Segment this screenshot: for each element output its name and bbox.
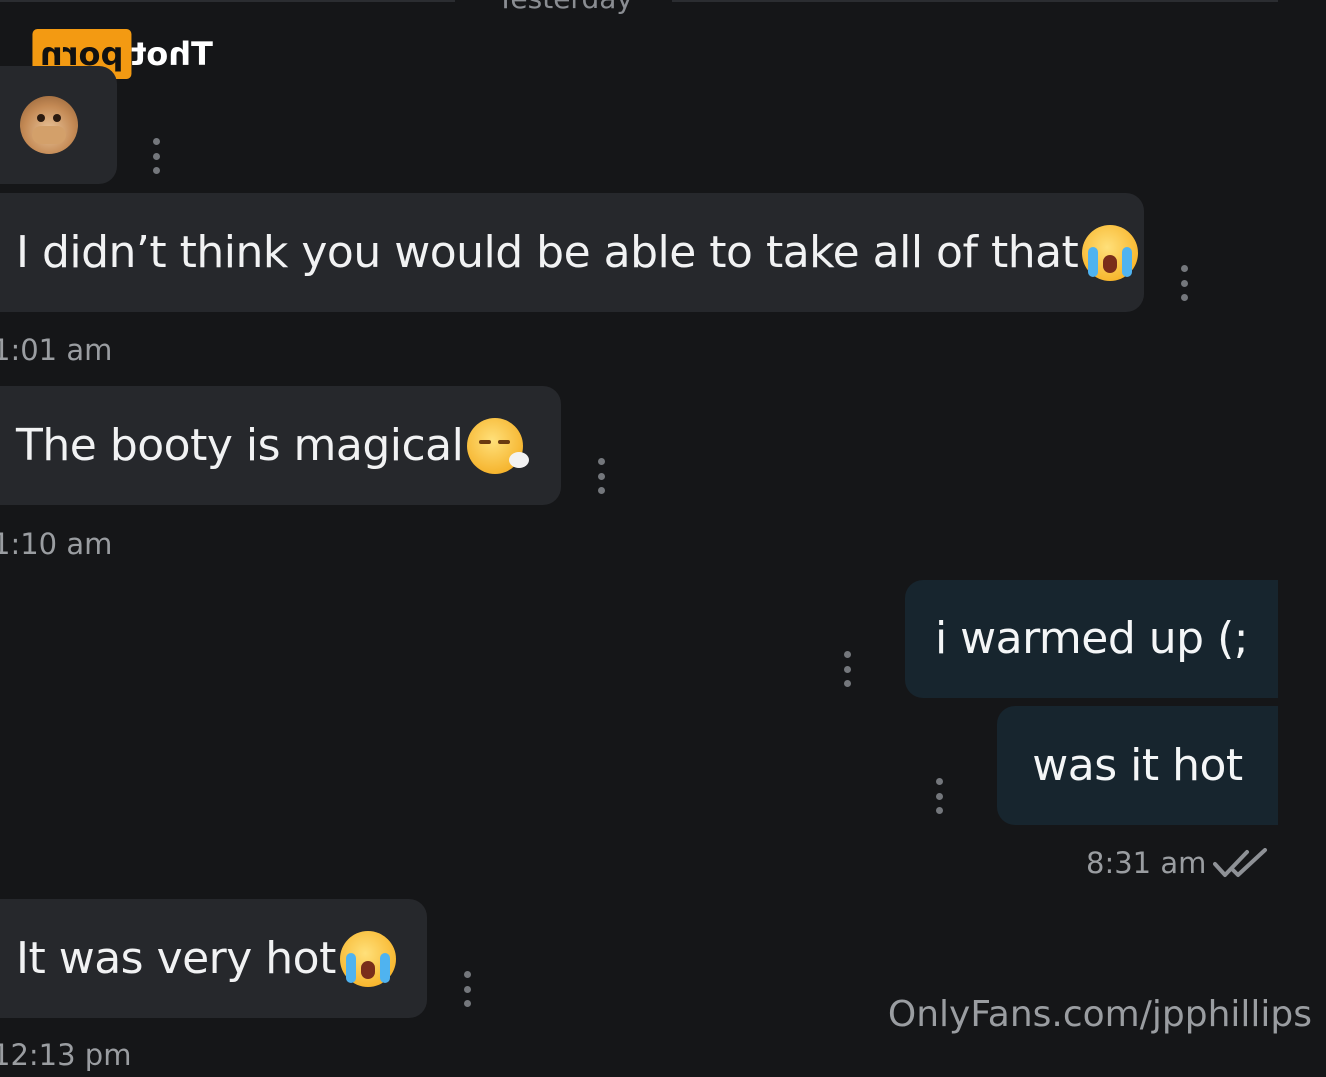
read-receipt-double-check-icon	[1213, 848, 1267, 877]
divider-line-left	[0, 0, 455, 2]
outgoing-message-bubble[interactable]: i warmed up (;	[905, 580, 1278, 698]
message-timestamp: 12:13 pm	[0, 1038, 132, 1072]
message-text: was it hot	[1032, 739, 1243, 791]
face-exhaling-emoji	[467, 417, 530, 474]
watermark-url: OnlyFans.com/jpphillips	[887, 994, 1312, 1035]
message-text: The booty is magical	[16, 419, 464, 471]
divider-line-right	[672, 0, 1278, 2]
message-timestamp: 1:01 am	[0, 333, 113, 367]
loudly-crying-face-emoji	[339, 930, 396, 987]
message-options-icon[interactable]	[460, 971, 474, 1007]
incoming-message-bubble[interactable]: It was very hot	[0, 899, 427, 1018]
loudly-crying-face-emoji	[1082, 224, 1139, 281]
date-divider: Yesterday	[0, 0, 1326, 16]
message-text: I didn’t think you would be able to take…	[16, 226, 1079, 278]
outgoing-message-bubble[interactable]: was it hot	[997, 706, 1278, 825]
chat-screen: Yesterday porn Thot I didn’t think you w…	[0, 0, 1326, 1077]
incoming-message-bubble[interactable]: I didn’t think you would be able to take…	[0, 193, 1144, 312]
message-options-icon[interactable]	[149, 138, 163, 174]
message-options-icon[interactable]	[1177, 265, 1191, 301]
message-timestamp: 1:10 am	[0, 527, 113, 561]
message-options-icon[interactable]	[840, 651, 854, 687]
date-label: Yesterday	[470, 0, 660, 15]
message-text: It was very hot	[16, 932, 336, 984]
incoming-message-bubble[interactable]: The booty is magical	[0, 386, 561, 505]
message-options-icon[interactable]	[594, 458, 608, 494]
see-no-evil-monkey-emoji	[20, 96, 78, 154]
logo-text: Thot	[131, 35, 214, 73]
incoming-message-bubble[interactable]	[0, 66, 117, 184]
message-text: i warmed up (;	[934, 613, 1249, 664]
message-timestamp: 8:31 am	[1086, 846, 1207, 880]
message-options-icon[interactable]	[932, 778, 946, 814]
